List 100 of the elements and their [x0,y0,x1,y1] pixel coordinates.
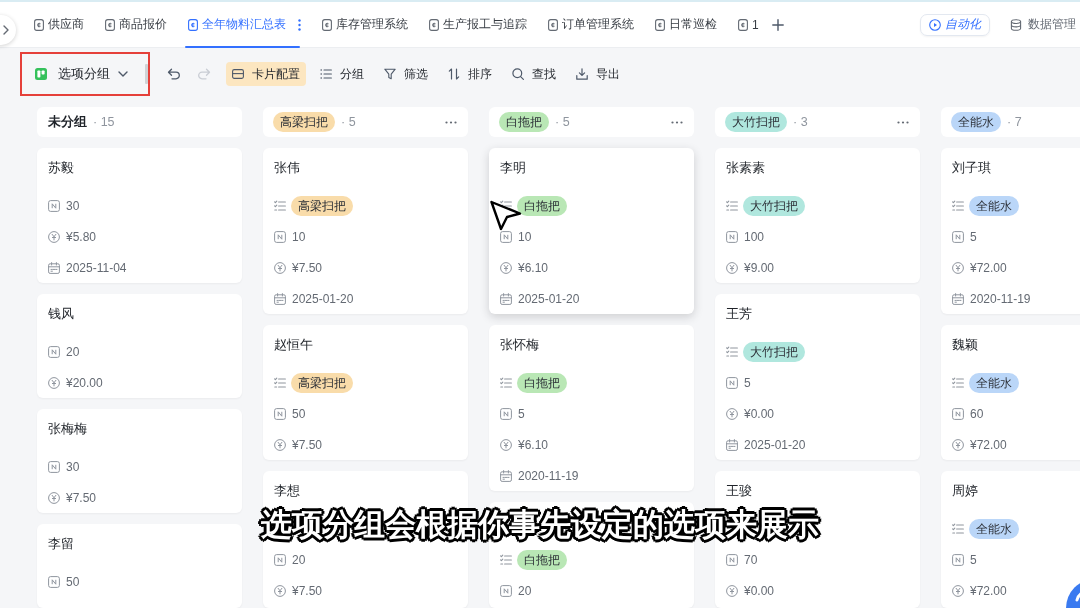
coin-icon [952,261,964,274]
more-icon[interactable] [897,120,909,124]
list-icon [726,345,738,358]
option-tag: 大竹扫把 [743,341,805,362]
tab[interactable]: 供应商 [23,2,94,47]
record-name: 李想 [274,483,300,499]
list-icon [726,199,738,212]
group-tag: 全能水 [951,112,1001,132]
field-value: ¥6.10 [518,260,549,275]
tab[interactable]: 商品报价 [94,2,177,47]
record-card[interactable]: 钱风 20 ¥20.00 [37,294,242,398]
record-card[interactable]: 张素素 大竹扫把 100 ¥9.00 [715,148,920,283]
number-field-icon [274,407,286,420]
record-card[interactable]: 刘子琪 全能水 5 ¥72.00 2020-11-19 [941,148,1080,314]
number-field-icon [952,230,964,243]
option-tag: 白拖把 [517,549,567,570]
automation-button[interactable]: 自动化 [920,13,990,36]
field-value: ¥0.00 [744,406,775,421]
field-value: 20 [66,344,80,359]
option-tag: 全能水 [969,195,1019,216]
field-value: 30 [66,459,80,474]
record-card[interactable]: 赵恒午 高梁扫把 50 ¥7.50 [263,325,468,460]
tab[interactable]: 日常巡检 [644,2,727,47]
record-card[interactable]: 张怀梅 白拖把 5 ¥6.10 2020-11-19 [489,325,694,491]
record-card[interactable]: 苏毅 30 ¥5.80 2025-11-04 [37,148,242,283]
play-circle-icon [929,18,941,31]
document-icon [654,18,666,31]
field-value: 30 [66,198,80,213]
filter-icon [384,68,396,80]
field-value: ¥7.50 [66,490,97,505]
list-icon [500,553,512,566]
record-name: 王芳 [726,306,752,322]
more-icon[interactable] [671,120,683,124]
record-card[interactable]: 魏颖 全能水 60 ¥72.00 [941,325,1080,460]
record-card[interactable]: 李明 白拖把 10 ¥6.10 2025-01-20 [489,148,694,314]
tab[interactable]: 全年物料汇总表 [177,2,311,47]
field-value: 5 [518,406,525,421]
toolbar-button[interactable]: 排序 [442,62,498,86]
field-value: 5 [970,552,977,567]
field-value: 70 [744,552,758,567]
record-name: 王骏 [726,483,752,499]
record-name: 李明 [500,160,526,176]
field-value: 20 [518,583,532,598]
group-tag: 高梁扫把 [273,112,335,132]
coin-icon [274,261,286,274]
coin-icon [952,438,964,451]
tab[interactable]: 库存管理系统 [311,2,418,47]
record-name: 李留 [48,536,74,552]
record-card[interactable]: 李留 50 [37,524,242,608]
calendar-icon [48,261,60,274]
document-icon [187,18,199,31]
field-value: ¥72.00 [970,583,1007,598]
field-value: 100 [744,229,765,244]
number-field-icon [48,460,60,473]
record-card[interactable]: 张梅梅 30 ¥7.50 [37,409,242,513]
toolbar-button[interactable]: 筛选 [378,62,434,86]
more-icon[interactable] [445,120,457,124]
record-name: 张素素 [726,160,765,176]
list-icon [274,376,286,389]
field-value: 2020-11-19 [970,291,1031,306]
field-value: ¥7.50 [292,260,323,275]
redo-icon [197,68,211,80]
field-value: 50 [66,574,80,589]
tab[interactable]: 生产报工与追踪 [418,2,537,47]
toolbar-button[interactable]: 分组 [314,62,370,86]
field-value: 20 [292,552,306,567]
field-value: 2020-11-19 [518,468,579,483]
field-value: ¥6.10 [518,437,549,452]
field-value: ¥5.80 [66,229,97,244]
tab[interactable]: 订单管理系统 [537,2,644,47]
toolbar-button[interactable]: 导出 [570,62,626,86]
record-card[interactable]: 周婷 全能水 5 ¥72.00 [941,471,1080,608]
option-tag: 高梁扫把 [291,372,353,393]
search-icon [512,68,524,80]
record-name: 张怀梅 [500,337,539,353]
record-card[interactable]: 张伟 高梁扫把 10 ¥7.50 2025-01-20 [263,148,468,314]
field-value: ¥9.00 [744,260,775,275]
record-card[interactable]: 王芳 大竹扫把 5 ¥0.00 2025-01-20 [715,294,920,460]
more-icon[interactable] [298,18,301,31]
document-icon [547,18,559,31]
field-value: 2025-11-04 [66,260,127,275]
column-count: · 15 [93,115,115,129]
tab[interactable]: 1 [727,2,769,47]
toolbar-button[interactable]: 卡片配置 [226,62,306,86]
list-icon [500,376,512,389]
download-icon [576,68,588,80]
field-value: 5 [970,229,977,244]
calendar-icon [952,292,964,305]
number-field-icon [500,407,512,420]
toolbar-button[interactable]: 查找 [506,62,562,86]
data-management-button[interactable]: 数据管理 [1004,16,1080,33]
coin-icon [274,584,286,597]
number-field-icon [952,553,964,566]
number-field-icon [48,345,60,358]
view-selector[interactable]: 选项分组 [35,65,128,83]
field-value: ¥7.50 [292,583,323,598]
field-value: ¥72.00 [970,437,1007,452]
number-field-icon [726,376,738,389]
list-icon [320,68,332,80]
field-value: 10 [292,229,306,244]
